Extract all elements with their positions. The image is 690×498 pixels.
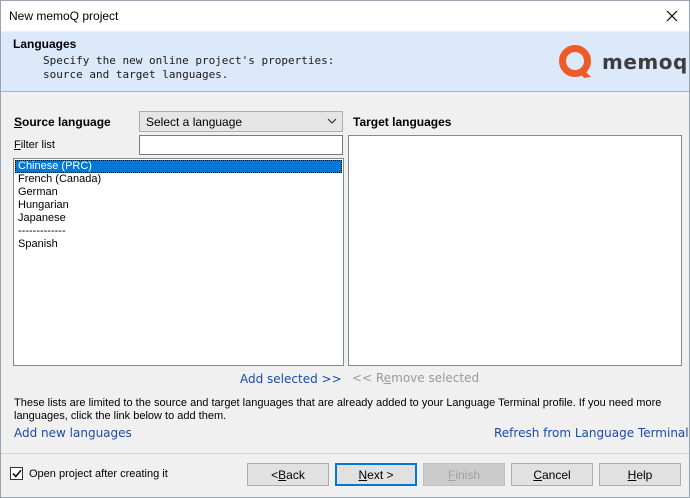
list-item[interactable]: Chinese (PRC) (15, 160, 342, 173)
list-item[interactable]: Spanish (15, 238, 342, 251)
chevron-down-icon (327, 118, 337, 124)
wizard-header: Languages Specify the new online project… (1, 32, 689, 91)
help-button[interactable]: Help (599, 463, 681, 486)
checkmark-icon (11, 469, 22, 478)
back-button[interactable]: < Back (247, 463, 329, 486)
memoq-logo: memoq (558, 43, 688, 81)
close-icon (666, 10, 678, 22)
list-item[interactable]: ------------- (15, 225, 342, 238)
target-languages-label: Target languages (353, 115, 452, 129)
open-project-label: Open project after creating it (29, 467, 168, 480)
info-text: These lists are limited to the source an… (14, 397, 662, 422)
open-project-checkbox[interactable] (10, 467, 23, 480)
target-languages-list[interactable] (348, 135, 682, 366)
close-button[interactable] (659, 4, 685, 28)
filter-list-input[interactable] (139, 135, 343, 155)
finish-button[interactable]: Finish (423, 463, 505, 486)
add-new-languages-link[interactable]: Add new languages (14, 426, 132, 440)
cancel-button[interactable]: Cancel (511, 463, 593, 486)
list-item[interactable]: French (Canada) (15, 173, 342, 186)
source-language-select[interactable]: Select a language (139, 111, 343, 132)
next-button[interactable]: Next > (335, 463, 417, 486)
list-item[interactable]: Hungarian (15, 199, 342, 212)
header-divider (1, 91, 689, 92)
list-item[interactable]: German (15, 186, 342, 199)
source-language-list[interactable]: Chinese (PRC) French (Canada) German Hungar… (13, 158, 344, 366)
memoq-logo-text: memoq (602, 50, 688, 74)
title-bar: New memoQ project (1, 1, 689, 31)
window-title: New memoQ project (9, 9, 119, 23)
filter-list-label: Filter list (14, 139, 55, 151)
list-item[interactable]: Japanese (15, 212, 342, 225)
footer-divider (1, 453, 689, 454)
add-selected-link[interactable]: Add selected >> (240, 372, 342, 386)
source-language-select-value: Select a language (146, 114, 243, 129)
open-project-checkbox-row[interactable]: Open project after creating it (10, 467, 168, 480)
new-project-dialog: New memoQ project Languages Specify the … (0, 0, 690, 498)
refresh-language-terminal-link[interactable]: Refresh from Language Terminal (494, 426, 689, 440)
source-language-label: Source language (14, 115, 111, 129)
page-description: Specify the new online project's propert… (43, 54, 335, 81)
memoq-logo-icon (559, 45, 591, 78)
page-title: Languages (13, 37, 77, 51)
remove-selected-link[interactable]: << Remove selected (352, 371, 479, 385)
